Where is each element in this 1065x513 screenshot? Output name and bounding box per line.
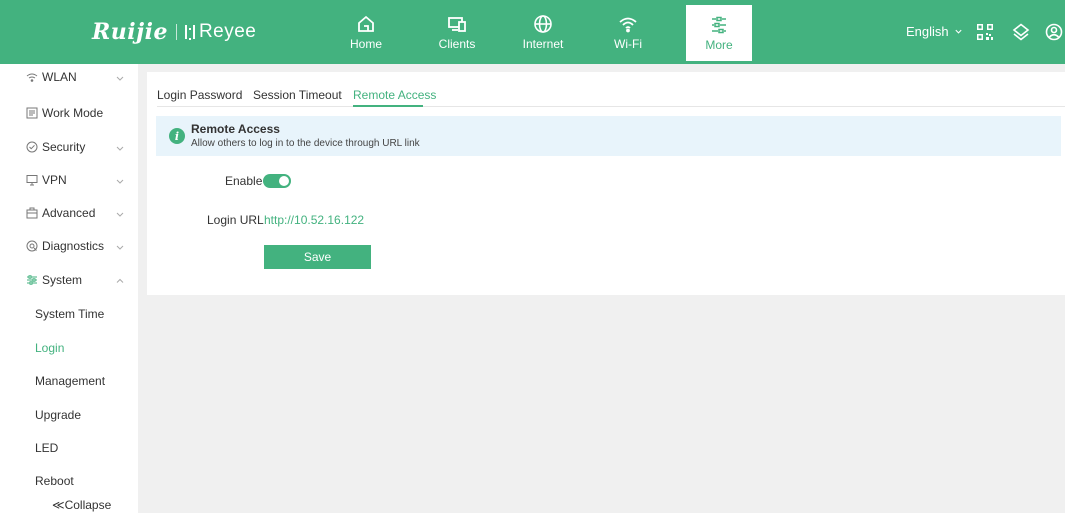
brand-sub-text: Reyee <box>198 21 257 42</box>
chevron-down-icon <box>115 208 125 218</box>
nav-internet[interactable]: Internet <box>508 0 578 64</box>
sidebar-item-vpn[interactable]: VPN <box>0 167 138 193</box>
user-icon[interactable] <box>1044 22 1064 42</box>
system-icon <box>26 274 38 286</box>
tab-session-timeout[interactable]: Session Timeout <box>253 88 342 102</box>
sidebar-item-label: Diagnostics <box>42 239 105 253</box>
tab-remote-access[interactable]: Remote Access <box>353 88 436 102</box>
sidebar-item-label: System <box>42 273 83 287</box>
nav-home-label: Home <box>349 36 382 51</box>
globe-icon <box>534 14 552 33</box>
sidebar-item-system[interactable]: System <box>0 267 138 293</box>
sidebar-item-label: Work Mode <box>42 106 104 120</box>
vpn-icon <box>26 174 38 186</box>
info-notice: i Remote Access Allow others to log in t… <box>156 116 1061 156</box>
wifi-icon <box>619 17 637 32</box>
chevron-down-icon <box>115 175 125 185</box>
nav-internet-label: Internet <box>522 36 564 51</box>
sidebar-item-label: Advanced <box>42 206 96 220</box>
chevron-down-icon <box>115 142 125 152</box>
more-icon <box>712 16 726 33</box>
chevron-down-icon <box>115 72 125 82</box>
save-button[interactable]: Save <box>264 245 371 269</box>
info-icon: i <box>169 128 185 144</box>
qr-code-icon[interactable] <box>975 22 995 42</box>
enable-label: Enable <box>225 174 263 188</box>
mesh-icon[interactable] <box>1011 22 1031 42</box>
language-label: English <box>906 24 949 39</box>
wifi-icon <box>26 71 38 83</box>
brand-sub: Reyee <box>184 21 257 43</box>
sidebar-item-diagnostics[interactable]: Diagnostics <box>0 233 138 259</box>
sidebar-item-label: WLAN <box>42 70 77 84</box>
brand-name: Ruijie <box>92 19 168 45</box>
content-panel: Login Password Session Timeout Remote Ac… <box>147 72 1065 295</box>
nav-home[interactable]: Home <box>331 0 401 64</box>
chevron-down-icon <box>955 29 962 34</box>
sidebar-subitem-reboot[interactable]: Reboot <box>35 474 74 488</box>
home-icon <box>358 15 374 32</box>
sidebar-item-wlan[interactable]: WLAN <box>0 64 138 90</box>
workmode-icon <box>26 107 38 119</box>
language-select[interactable]: English <box>906 24 963 39</box>
sidebar-item-label: Security <box>42 140 86 154</box>
brand-logo[interactable]: Ruijie Reyee <box>92 19 257 45</box>
nav-wifi[interactable]: Wi-Fi <box>593 0 663 64</box>
toggle-knob <box>279 176 289 186</box>
clients-icon <box>448 16 466 32</box>
tab-login-password[interactable]: Login Password <box>157 88 242 102</box>
notice-description: Allow others to log in to the device thr… <box>191 138 420 149</box>
sidebar-subitem-management[interactable]: Management <box>35 374 105 388</box>
chevron-down-icon <box>115 241 125 251</box>
sidebar: WLAN Work Mode Security VPN Advanced Dia… <box>0 64 138 513</box>
sidebar-subitem-login[interactable]: Login <box>35 341 64 355</box>
shield-icon <box>26 141 38 153</box>
enable-toggle[interactable] <box>263 174 291 188</box>
reyee-mark-icon <box>184 25 195 40</box>
login-url-link[interactable]: http://10.52.16.122 <box>264 213 364 227</box>
sidebar-item-label: VPN <box>42 173 67 187</box>
top-bar: Ruijie Reyee Home Clients Internet Wi-Fi… <box>0 0 1065 64</box>
collapse-button[interactable]: ≪Collapse <box>52 498 111 512</box>
tab-bar: Login Password Session Timeout Remote Ac… <box>157 82 1065 107</box>
nav-clients[interactable]: Clients <box>422 0 492 64</box>
advanced-icon <box>26 207 38 219</box>
sidebar-item-work-mode[interactable]: Work Mode <box>0 100 138 126</box>
sidebar-subitem-system-time[interactable]: System Time <box>35 307 104 321</box>
sidebar-subitem-led[interactable]: LED <box>35 441 58 455</box>
diagnostics-icon <box>26 240 38 252</box>
sidebar-item-security[interactable]: Security <box>0 134 138 160</box>
nav-more-label: More <box>705 37 733 52</box>
login-url-label: Login URL <box>207 213 264 227</box>
sidebar-subitem-upgrade[interactable]: Upgrade <box>35 408 81 422</box>
brand-separator <box>175 24 177 40</box>
nav-wifi-label: Wi-Fi <box>614 36 642 51</box>
sidebar-item-advanced[interactable]: Advanced <box>0 200 138 226</box>
nav-clients-label: Clients <box>438 36 476 51</box>
nav-more[interactable]: More <box>686 5 752 61</box>
active-tab-indicator <box>353 105 423 107</box>
chevron-up-icon <box>115 275 125 285</box>
notice-title: Remote Access <box>191 122 280 136</box>
